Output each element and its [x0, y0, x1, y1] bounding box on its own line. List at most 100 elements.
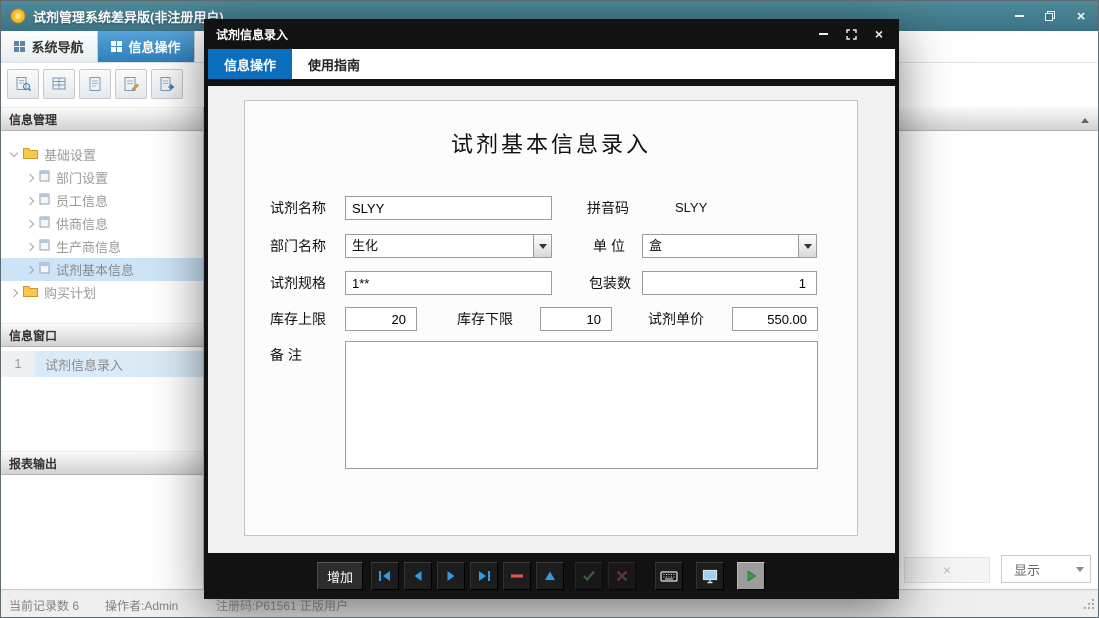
tree-item-basic-settings[interactable]: 基础设置	[1, 143, 203, 166]
main-window-controls: ×	[1010, 1, 1090, 31]
reagent-name-input[interactable]	[345, 196, 552, 220]
operator-label: 操作者:Admin	[105, 597, 178, 614]
unit-combobox[interactable]: 盒	[642, 234, 817, 258]
tree-item-label: 购买计划	[44, 283, 96, 302]
last-record-button[interactable]	[470, 562, 498, 590]
dialog-minimize-icon[interactable]	[815, 26, 831, 42]
panel-header-info-management[interactable]: 信息管理	[1, 107, 203, 131]
window-list-item[interactable]: 1 试剂信息录入	[1, 351, 203, 377]
list-item-label: 试剂信息录入	[35, 355, 123, 374]
keyboard-icon	[660, 569, 678, 583]
tree-item-employee-info[interactable]: 员工信息	[1, 189, 203, 212]
delete-record-button[interactable]	[503, 562, 531, 590]
tab-label: 信息操作	[128, 37, 180, 56]
page-icon	[39, 216, 50, 231]
edit-record-button[interactable]	[536, 562, 564, 590]
monitor-icon	[702, 569, 719, 584]
tab-info-operation[interactable]: 信息操作	[98, 31, 195, 62]
form-heading: 试剂基本信息录入	[245, 127, 857, 159]
play-icon	[744, 569, 758, 583]
form-panel: 试剂基本信息录入 试剂名称 拼音码 SLYY 部门名称 生化 单 位 盒 试剂规…	[244, 100, 858, 536]
tree-item-department-settings[interactable]: 部门设置	[1, 166, 203, 189]
stock-upper-input[interactable]	[345, 307, 417, 331]
document-button[interactable]	[79, 69, 111, 99]
page-icon	[39, 193, 50, 208]
export-button[interactable]	[151, 69, 183, 99]
pinyin-code-value: SLYY	[675, 196, 707, 220]
triangle-up-icon	[1081, 114, 1089, 123]
chevron-right-icon	[10, 288, 18, 296]
clear-filter-button[interactable]: ×	[904, 557, 990, 583]
tab-system-navigation[interactable]: 系统导航	[1, 31, 98, 62]
edit-record-button[interactable]	[115, 69, 147, 99]
unit-label: 单 位	[593, 234, 625, 258]
panel-header-report-output[interactable]: 报表输出	[1, 451, 203, 475]
chevron-right-icon	[26, 173, 34, 181]
registration-fragment: 注册码:P61561 正版用户	[216, 597, 348, 614]
dialog-tabstrip: 信息操作 使用指南	[208, 49, 895, 79]
spec-label: 试剂规格	[270, 271, 326, 295]
dialog-maximize-icon[interactable]	[843, 26, 859, 42]
reagent-entry-dialog: 试剂信息录入 × 信息操作 使用指南 试剂基本信息录入 试剂名称	[204, 19, 899, 599]
tree-item-label: 部门设置	[56, 168, 108, 187]
chevron-right-icon	[26, 219, 34, 227]
chevron-down-icon[interactable]	[533, 235, 551, 257]
restore-icon[interactable]	[1041, 7, 1059, 25]
keyboard-button[interactable]	[655, 562, 683, 590]
folder-icon	[23, 147, 38, 162]
collapse-panel-button[interactable]	[1077, 111, 1093, 127]
tree-item-label: 基础设置	[44, 145, 96, 164]
tab-label: 信息操作	[224, 55, 276, 74]
query-document-icon	[14, 76, 32, 92]
query-record-button[interactable]	[7, 69, 39, 99]
tree-item-label: 员工信息	[56, 191, 108, 210]
stock-upper-label: 库存上限	[270, 307, 326, 331]
department-combobox[interactable]: 生化	[345, 234, 552, 258]
close-icon[interactable]: ×	[1072, 7, 1090, 25]
next-record-button[interactable]	[437, 562, 465, 590]
panel-header-info-window[interactable]: 信息窗口	[1, 323, 203, 347]
x-icon	[615, 570, 629, 582]
table-icon	[50, 76, 68, 92]
minimize-icon[interactable]	[1010, 7, 1028, 25]
dialog-title: 试剂信息录入	[216, 26, 288, 43]
list-item-index: 1	[1, 351, 35, 377]
dialog-divider	[204, 79, 899, 86]
cancel-button[interactable]	[608, 562, 636, 590]
monitor-button[interactable]	[696, 562, 724, 590]
grid-icon	[111, 41, 122, 52]
chevron-down-icon[interactable]	[798, 235, 816, 257]
dialog-tab-user-guide[interactable]: 使用指南	[292, 49, 376, 79]
page-icon	[39, 239, 50, 254]
chevron-down-icon	[10, 149, 18, 157]
confirm-button[interactable]	[575, 562, 603, 590]
tab-label: 系统导航	[31, 37, 83, 56]
tree-item-reagent-basic-info[interactable]: 试剂基本信息	[1, 258, 203, 281]
tree-item-purchase-plan[interactable]: 购买计划	[1, 281, 203, 304]
run-button[interactable]	[737, 562, 765, 590]
table-view-button[interactable]	[43, 69, 75, 99]
dialog-close-icon[interactable]: ×	[871, 26, 887, 42]
app-window: 试剂管理系统差异版(非注册用户) × 系统导航 信息操作	[0, 0, 1099, 618]
resize-grip[interactable]	[1082, 597, 1095, 614]
remark-textarea[interactable]	[345, 341, 818, 469]
spec-input[interactable]	[345, 271, 552, 295]
package-count-label: 包装数	[589, 271, 631, 295]
chevron-right-icon	[26, 242, 34, 250]
first-record-button[interactable]	[371, 562, 399, 590]
tree-item-supplier-info[interactable]: 供商信息	[1, 212, 203, 235]
package-count-input[interactable]	[642, 271, 817, 295]
stock-lower-input[interactable]	[540, 307, 612, 331]
dialog-tab-info-operation[interactable]: 信息操作	[208, 49, 292, 79]
display-dropdown[interactable]: 显示	[1001, 555, 1091, 583]
tree-item-label: 供商信息	[56, 214, 108, 233]
reagent-name-label: 试剂名称	[270, 196, 326, 220]
first-record-icon	[377, 570, 393, 582]
tree-item-manufacturer-info[interactable]: 生产商信息	[1, 235, 203, 258]
previous-record-button[interactable]	[404, 562, 432, 590]
tree-item-label: 试剂基本信息	[56, 260, 134, 279]
unit-price-label: 试剂单价	[648, 307, 704, 331]
next-record-icon	[443, 570, 459, 582]
add-button[interactable]: 增加	[317, 562, 363, 590]
unit-price-input[interactable]	[732, 307, 818, 331]
